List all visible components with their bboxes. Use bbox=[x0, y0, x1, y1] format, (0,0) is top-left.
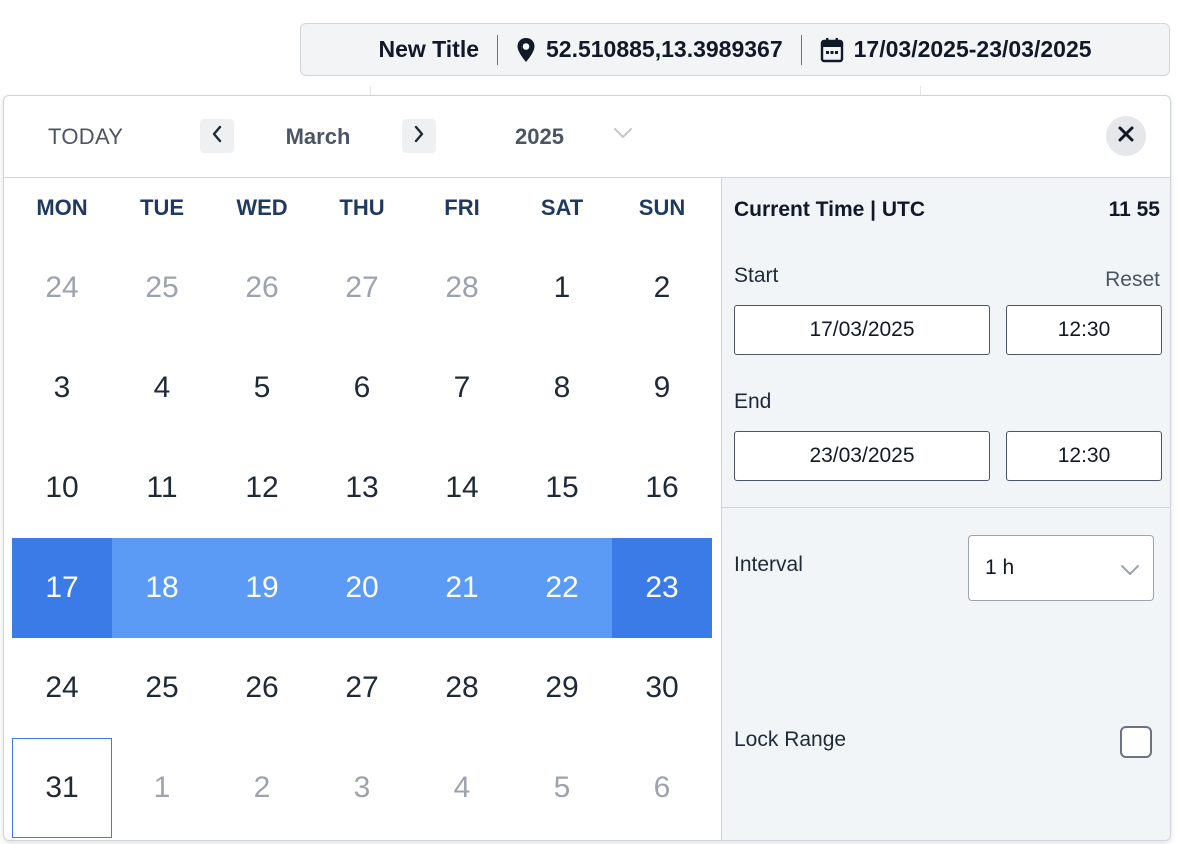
chevron-down-icon bbox=[1119, 559, 1141, 583]
calendar-day[interactable]: 21 bbox=[412, 538, 512, 638]
lock-range-checkbox[interactable] bbox=[1120, 726, 1152, 758]
calendar-day[interactable]: 16 bbox=[612, 438, 712, 538]
calendar-week-row: 31 1 2 3 4 5 6 bbox=[12, 738, 712, 838]
start-time-input[interactable]: 12:30 bbox=[1006, 305, 1162, 355]
calendar-day[interactable]: 31 bbox=[12, 738, 112, 838]
calendar-day[interactable]: 13 bbox=[312, 438, 412, 538]
calendar-day[interactable]: 25 bbox=[112, 238, 212, 338]
lock-range-label: Lock Range bbox=[734, 728, 847, 751]
calendar-day[interactable]: 23 bbox=[612, 538, 712, 638]
calendar-week-row: 24 25 26 27 28 1 2 bbox=[12, 238, 712, 338]
calendar-day[interactable]: 27 bbox=[312, 238, 412, 338]
calendar-day[interactable]: 10 bbox=[12, 438, 112, 538]
weekday-label: MON bbox=[36, 195, 88, 220]
chevron-right-icon bbox=[413, 125, 425, 148]
weekday-label: THU bbox=[339, 195, 385, 220]
location-segment[interactable]: 52.510885,13.3989367 bbox=[498, 36, 801, 63]
calendar-day[interactable]: 14 bbox=[412, 438, 512, 538]
weekday-label: TUE bbox=[140, 195, 184, 220]
calendar-day[interactable]: 22 bbox=[512, 538, 612, 638]
calendar-day[interactable]: 6 bbox=[612, 738, 712, 838]
calendar-day[interactable]: 8 bbox=[512, 338, 612, 438]
location-coordinates: 52.510885,13.3989367 bbox=[546, 36, 783, 62]
calendar-week-row: 10 11 12 13 14 15 16 bbox=[12, 438, 712, 538]
calendar-day[interactable]: 5 bbox=[512, 738, 612, 838]
calendar-day[interactable]: 25 bbox=[112, 638, 212, 738]
calendar-day[interactable]: 5 bbox=[212, 338, 312, 438]
next-month-button[interactable] bbox=[402, 119, 436, 153]
calendar-weeks: 24 25 26 27 28 1 2 3 4 5 6 7 8 9 10 11 12 13 14 15 16 17 18 19 2… bbox=[12, 238, 712, 838]
reset-button[interactable]: Reset bbox=[1105, 268, 1160, 292]
calendar-day[interactable]: 24 bbox=[12, 238, 112, 338]
current-time-label: Current Time | UTC bbox=[734, 198, 926, 221]
calendar-day[interactable]: 24 bbox=[12, 638, 112, 738]
date-range-segment[interactable]: 17/03/2025-23/03/2025 bbox=[802, 36, 1110, 63]
calendar-week-row: 17 18 19 20 21 22 23 bbox=[12, 538, 712, 638]
calendar-day[interactable]: 6 bbox=[312, 338, 412, 438]
calendar-day[interactable]: 4 bbox=[412, 738, 512, 838]
weekday-label: SAT bbox=[540, 195, 584, 220]
year-select[interactable]: 2025 bbox=[515, 124, 564, 150]
date-picker-popup: TODAY March 2025 MON TUE WED THU FRI SAT SUN 2… bbox=[3, 95, 1171, 841]
weekday-label: FRI bbox=[444, 195, 480, 220]
calendar-day[interactable]: 26 bbox=[212, 638, 312, 738]
calendar-day[interactable]: 27 bbox=[312, 638, 412, 738]
calendar-day[interactable]: 2 bbox=[212, 738, 312, 838]
calendar-day[interactable]: 3 bbox=[312, 738, 412, 838]
weekday-label: WED bbox=[236, 195, 288, 220]
location-date-bar[interactable]: New Title 52.510885,13.3989367 17/03/202… bbox=[300, 23, 1170, 76]
calendar-day[interactable]: 2 bbox=[612, 238, 712, 338]
chevron-left-icon bbox=[211, 125, 223, 148]
weekday-label: SUN bbox=[638, 195, 686, 220]
calendar-grid: MON TUE WED THU FRI SAT SUN 24 25 26 27 28 1 2 3 4 5 6 7 8… bbox=[12, 178, 712, 838]
start-date-input[interactable]: 17/03/2025 bbox=[734, 305, 990, 355]
calendar-icon bbox=[820, 37, 844, 63]
calendar-day[interactable]: 28 bbox=[412, 238, 512, 338]
time-settings-panel: Current Time | UTC 11 55 Start Reset 17/… bbox=[721, 178, 1170, 840]
interval-label: Interval bbox=[734, 553, 803, 576]
current-time-value: 11 55 bbox=[1108, 198, 1160, 221]
start-label: Start bbox=[734, 264, 779, 287]
previous-month-button[interactable] bbox=[200, 119, 234, 153]
calendar-day[interactable]: 7 bbox=[412, 338, 512, 438]
calendar-day[interactable]: 15 bbox=[512, 438, 612, 538]
calendar-day[interactable]: 29 bbox=[512, 638, 612, 738]
calendar-week-row: 24 25 26 27 28 29 30 bbox=[12, 638, 712, 738]
interval-value: 1 h bbox=[985, 556, 1015, 579]
calendar-day[interactable]: 26 bbox=[212, 238, 312, 338]
end-date-input[interactable]: 23/03/2025 bbox=[734, 431, 990, 481]
end-time-input[interactable]: 12:30 bbox=[1006, 431, 1162, 481]
month-label: March bbox=[285, 124, 351, 149]
calendar-day[interactable]: 20 bbox=[312, 538, 412, 638]
close-icon bbox=[1117, 125, 1135, 148]
today-button[interactable]: TODAY bbox=[48, 124, 123, 150]
close-button[interactable] bbox=[1106, 116, 1146, 156]
date-range-text: 17/03/2025-23/03/2025 bbox=[853, 36, 1092, 62]
calendar-day[interactable]: 11 bbox=[112, 438, 212, 538]
calendar-day[interactable]: 4 bbox=[112, 338, 212, 438]
calendar-day[interactable]: 1 bbox=[112, 738, 212, 838]
calendar-day[interactable]: 12 bbox=[212, 438, 312, 538]
weekday-header-row: MON TUE WED THU FRI SAT SUN bbox=[12, 178, 712, 238]
calendar-day[interactable]: 30 bbox=[612, 638, 712, 738]
picker-header: TODAY March 2025 bbox=[4, 96, 1170, 178]
calendar-day[interactable]: 19 bbox=[212, 538, 312, 638]
calendar-day[interactable]: 28 bbox=[412, 638, 512, 738]
bar-title: New Title bbox=[378, 36, 479, 62]
map-pin-icon bbox=[516, 37, 536, 63]
calendar-day[interactable]: 3 bbox=[12, 338, 112, 438]
calendar-week-row: 3456789 bbox=[12, 338, 712, 438]
title-segment[interactable]: New Title bbox=[360, 36, 497, 63]
chevron-down-icon[interactable] bbox=[612, 126, 634, 145]
calendar-day[interactable]: 1 bbox=[512, 238, 612, 338]
interval-select[interactable]: 1 h bbox=[968, 535, 1154, 601]
calendar-day[interactable]: 9 bbox=[612, 338, 712, 438]
panel-divider bbox=[722, 507, 1170, 508]
calendar-day[interactable]: 17 bbox=[12, 538, 112, 638]
calendar-day[interactable]: 18 bbox=[112, 538, 212, 638]
end-label: End bbox=[734, 390, 772, 413]
